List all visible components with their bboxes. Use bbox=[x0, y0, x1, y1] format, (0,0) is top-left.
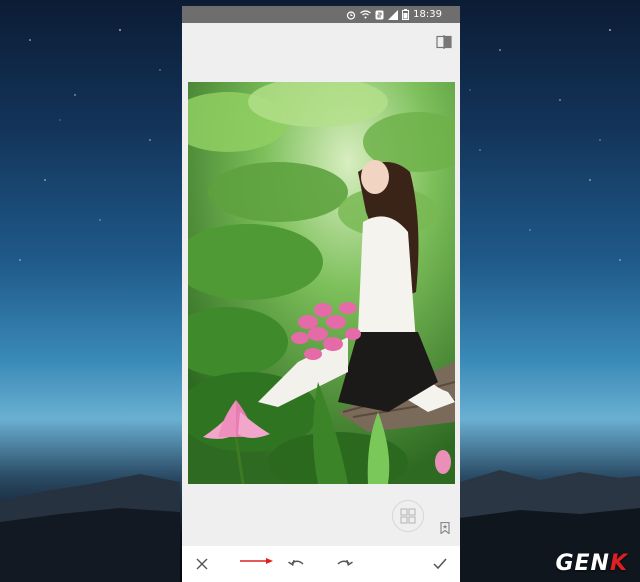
redo-button[interactable] bbox=[333, 552, 357, 576]
stack-icon bbox=[400, 508, 416, 524]
undo-button[interactable] bbox=[284, 552, 308, 576]
status-icons: 18:39 bbox=[346, 7, 442, 22]
alarm-icon bbox=[347, 10, 356, 20]
red-arrow-annotation bbox=[240, 558, 273, 564]
wifi-icon bbox=[360, 10, 372, 19]
close-icon bbox=[196, 558, 208, 570]
status-bar: 18:39 bbox=[182, 6, 460, 23]
bottom-toolbar bbox=[182, 546, 460, 582]
watermark-accent: K bbox=[609, 551, 628, 576]
genk-watermark: GEN K bbox=[555, 551, 628, 576]
top-toolbar bbox=[182, 23, 460, 63]
apply-button[interactable] bbox=[428, 552, 452, 576]
watermark-text: GEN bbox=[555, 551, 610, 576]
undo-icon bbox=[288, 559, 304, 567]
data-saver-icon bbox=[375, 10, 384, 19]
compare-icon[interactable] bbox=[436, 35, 452, 49]
bookmark-icon[interactable] bbox=[440, 522, 450, 534]
phone-screen: 18:39 bbox=[182, 6, 460, 582]
close-button[interactable] bbox=[190, 552, 214, 576]
status-time: 18:39 bbox=[413, 9, 442, 20]
signal-icon bbox=[388, 9, 399, 20]
redo-icon bbox=[337, 559, 353, 567]
battery-icon bbox=[402, 9, 410, 20]
photo-canvas bbox=[188, 82, 455, 484]
check-icon bbox=[433, 558, 447, 570]
stack-button[interactable] bbox=[392, 500, 424, 532]
photo-preview[interactable] bbox=[188, 82, 455, 484]
